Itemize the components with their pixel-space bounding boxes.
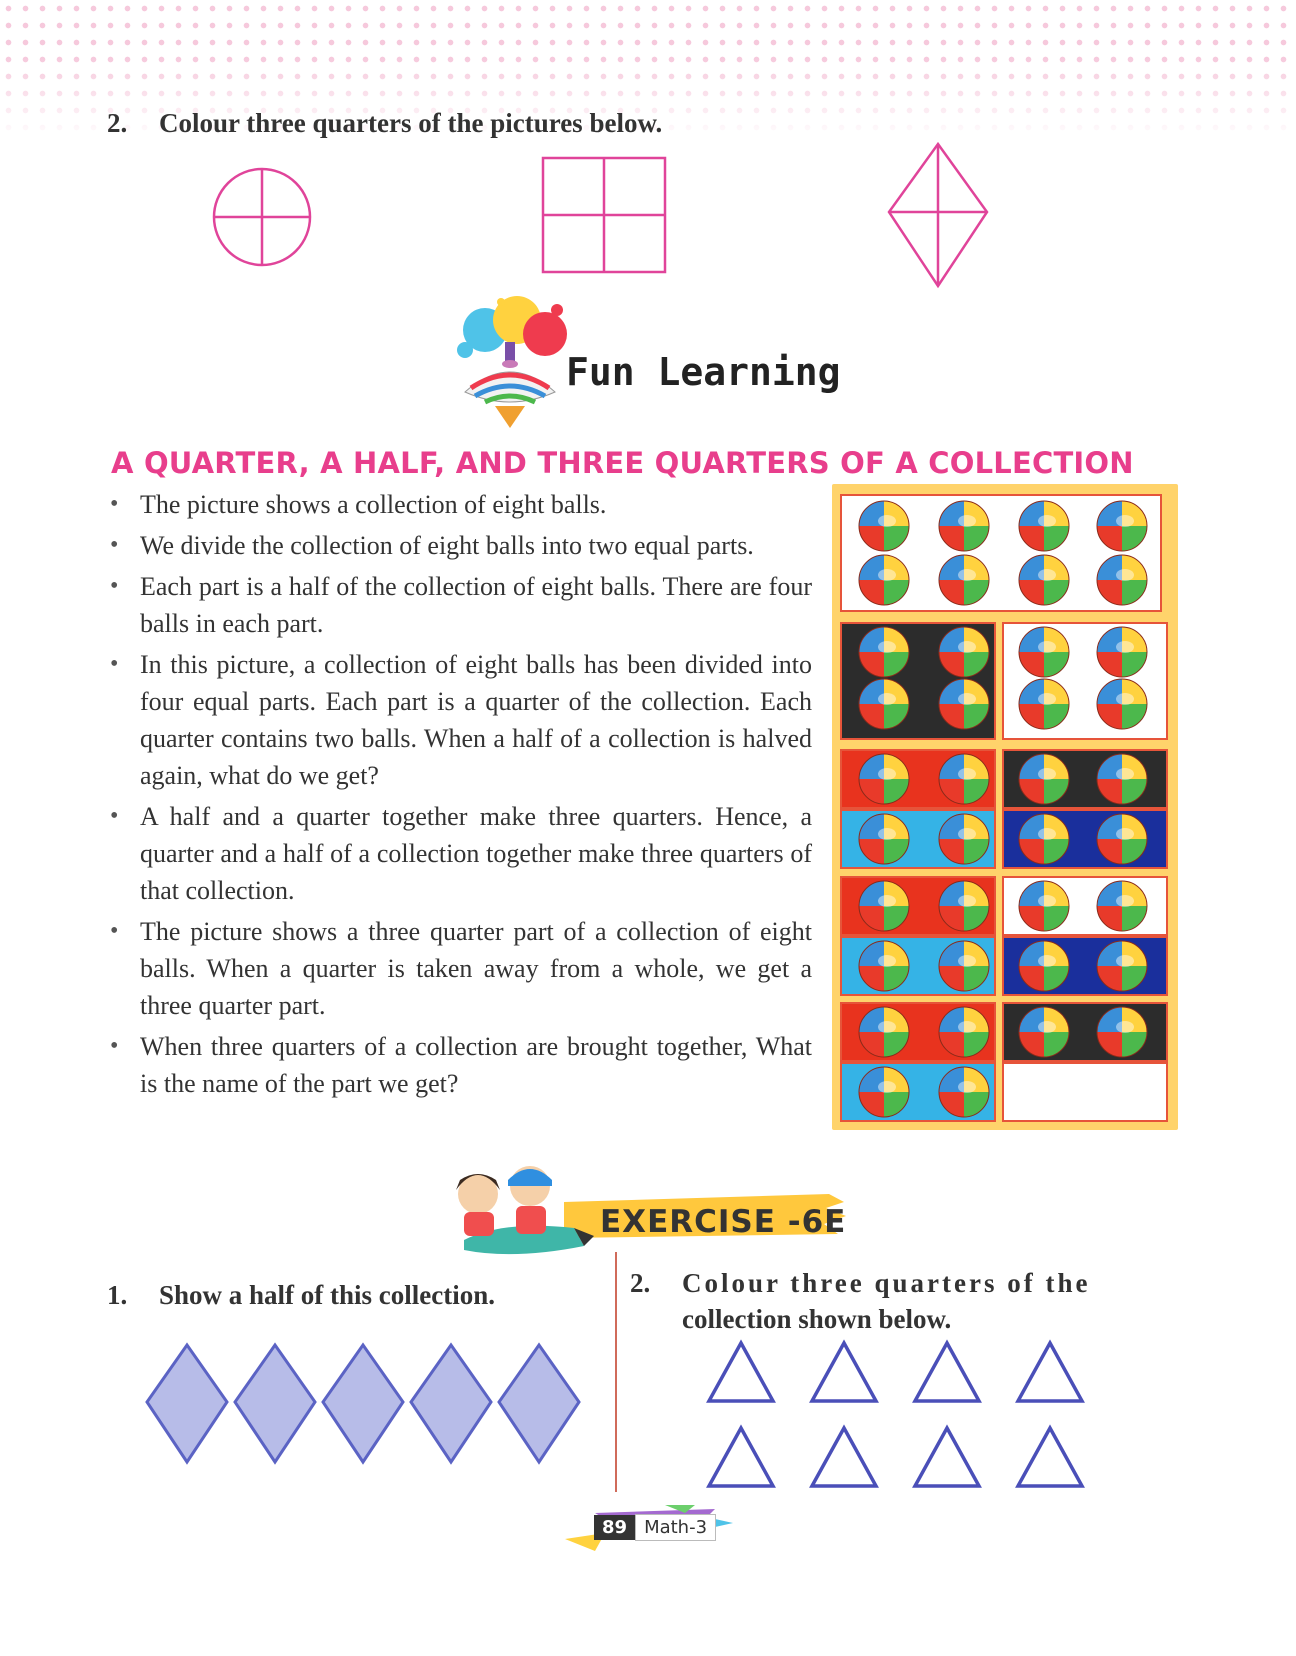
beach-ball (1018, 1006, 1070, 1058)
question-number: 1. (107, 1280, 128, 1310)
question-colour-pictures: 2. Colour three quarters of the pictures … (107, 108, 662, 139)
book-title: Math-3 (635, 1513, 717, 1541)
triangle-shape[interactable] (912, 1339, 982, 1403)
beach-ball (938, 500, 990, 552)
triangle-shape[interactable] (912, 1424, 982, 1488)
beach-ball (1018, 940, 1070, 992)
beach-ball (858, 626, 910, 678)
beach-ball (1096, 554, 1148, 606)
beach-ball (938, 626, 990, 678)
beach-ball (1018, 678, 1070, 730)
beach-ball (1018, 554, 1070, 606)
beach-ball (938, 940, 990, 992)
question-number: 2. (107, 108, 128, 138)
triangle-shape[interactable] (809, 1424, 879, 1488)
beach-ball (1096, 813, 1148, 865)
balls-collection-illustration (832, 484, 1178, 1130)
collection-explanation: The picture shows a collection of eight … (108, 486, 812, 1106)
beach-ball (1096, 500, 1148, 552)
triangle-shape[interactable] (1015, 1424, 1085, 1488)
question-text: Show a half of this collection. (159, 1280, 496, 1310)
diamond-shape[interactable] (145, 1342, 229, 1465)
fun-learning-title: Fun Learning (566, 350, 841, 394)
beach-ball (1096, 626, 1148, 678)
column-divider (615, 1252, 617, 1492)
triangle-collection (706, 1339, 1085, 1488)
diamond-shape[interactable] (321, 1342, 405, 1465)
beach-ball (858, 554, 910, 606)
beach-ball (858, 940, 910, 992)
triangle-shape[interactable] (809, 1339, 879, 1403)
beach-ball (938, 753, 990, 805)
bullet-item: When three quarters of a collection are … (108, 1028, 812, 1102)
question-text: Colour three quarters of the pictures be… (159, 108, 663, 138)
bullet-item: We divide the collection of eight balls … (108, 527, 812, 564)
beach-ball (938, 1066, 990, 1118)
collection-heading: A QUARTER, A HALF, AND THREE QUARTERS OF… (111, 446, 1134, 480)
exercise-question-2: 2. Colour three quarters of the (630, 1268, 1090, 1299)
beach-ball (1096, 678, 1148, 730)
beach-ball (858, 880, 910, 932)
spinning-top-illustration (457, 296, 567, 428)
balls-layer (832, 484, 1178, 1130)
beach-ball (1096, 940, 1148, 992)
question-text-line-2: collection shown below. (682, 1304, 952, 1334)
empty-quarter-box (1002, 1062, 1168, 1122)
question-text-line-1: Colour three quarters of the (682, 1268, 1091, 1298)
bullet-item: Each part is a half of the collection of… (108, 568, 812, 642)
exercise-question-1: 1. Show a half of this collection. (107, 1280, 495, 1311)
bullet-item: The picture shows a collection of eight … (108, 486, 812, 523)
bullet-item: In this picture, a collection of eight b… (108, 646, 812, 794)
diamond-collection (145, 1342, 581, 1465)
page-footer: 89 Math-3 (594, 1513, 717, 1541)
bullet-list: The picture shows a collection of eight … (108, 486, 812, 1102)
bullet-item: A half and a quarter together make three… (108, 798, 812, 909)
triangle-shape[interactable] (1015, 1339, 1085, 1403)
quartered-kite-shape[interactable] (885, 140, 991, 290)
diamond-shape[interactable] (409, 1342, 493, 1465)
beach-ball (858, 678, 910, 730)
beach-ball (1018, 626, 1070, 678)
beach-ball (858, 813, 910, 865)
beach-ball (938, 813, 990, 865)
quartered-square-shape[interactable] (540, 155, 668, 275)
beach-ball (1018, 753, 1070, 805)
bullet-item: The picture shows a three quarter part o… (108, 913, 812, 1024)
beach-ball (1018, 500, 1070, 552)
triangle-shape[interactable] (706, 1424, 776, 1488)
diamond-shape[interactable] (497, 1342, 581, 1465)
beach-ball (858, 753, 910, 805)
beach-ball (1096, 880, 1148, 932)
beach-ball (938, 1006, 990, 1058)
beach-ball (1018, 813, 1070, 865)
diamond-shape[interactable] (233, 1342, 317, 1465)
beach-ball (938, 880, 990, 932)
beach-ball (858, 1066, 910, 1118)
beach-ball (858, 1006, 910, 1058)
beach-ball (1096, 753, 1148, 805)
triangle-shape[interactable] (706, 1339, 776, 1403)
question-number: 2. (630, 1268, 651, 1298)
quartered-circle-shape[interactable] (210, 165, 314, 269)
beach-ball (938, 678, 990, 730)
exercise-label: EXERCISE -6E (600, 1204, 847, 1240)
beach-ball (1018, 880, 1070, 932)
page-number: 89 (594, 1514, 636, 1540)
beach-ball (938, 554, 990, 606)
beach-ball (1096, 1006, 1148, 1058)
beach-ball (858, 500, 910, 552)
